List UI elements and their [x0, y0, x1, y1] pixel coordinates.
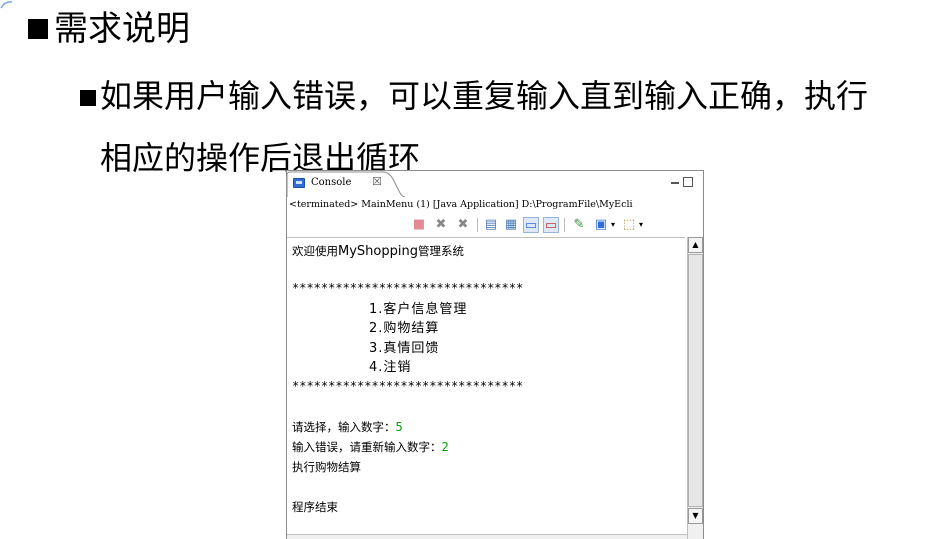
remove-all-icon[interactable]: ✖ — [455, 217, 471, 233]
result-line: 执行购物结算 — [292, 460, 361, 474]
display-console-icon[interactable]: ▣ — [593, 217, 609, 233]
stars-line-bottom: ******************************** — [292, 379, 524, 393]
heading-bullet-icon — [28, 19, 48, 39]
console-output[interactable]: 欢迎使用MyShopping管理系统 *********************… — [287, 237, 685, 538]
console-tab-bar: Console ☒ — [287, 171, 703, 197]
scroll-down-icon[interactable]: ▼ — [688, 508, 703, 524]
menu-item-2: 2.购物结算 — [369, 321, 440, 336]
menu-item-4: 4.注销 — [369, 360, 412, 375]
remove-launch-icon[interactable]: ✖ — [433, 217, 449, 233]
chevron-down-icon[interactable]: ▾ — [637, 217, 645, 233]
bullet-line-1: 如果用户输入错误，可以重复输入直到输入正确，执行 — [80, 76, 868, 116]
chevron-down-icon[interactable]: ▾ — [609, 217, 617, 233]
slide-corner-decoration-icon — [0, 1, 13, 9]
show-on-stdout-icon[interactable]: ▭ — [523, 217, 539, 233]
vertical-scrollbar[interactable]: ▲ ▼ — [687, 237, 703, 539]
maximize-icon[interactable] — [683, 177, 693, 187]
heading-text: 需求说明 — [54, 9, 190, 49]
scrollbar-thumb[interactable] — [688, 254, 703, 507]
window-controls — [669, 176, 699, 190]
console-toolbar: ■ ✖ ✖ ▤ ▦ ▭ ▭ ✎ ▣ ▾ ⬚ ▾ — [287, 215, 703, 237]
console-icon — [293, 178, 305, 188]
menu-item-3: 3.真情回馈 — [369, 341, 440, 356]
bullet-line-1-text: 如果用户输入错误，可以重复输入直到输入正确，执行 — [100, 77, 869, 115]
scroll-up-icon[interactable]: ▲ — [688, 237, 703, 253]
stars-line-top: ******************************** — [292, 281, 524, 295]
console-tab-label: Console — [311, 177, 352, 188]
console-view: Console ☒ <terminated> MainMenu (1) [Jav… — [286, 170, 704, 539]
menu-item-1: 1.客户信息管理 — [369, 302, 468, 317]
console-tab[interactable]: Console ☒ — [287, 171, 405, 197]
slide-heading: 需求说明 — [28, 8, 190, 50]
toolbar-separator — [477, 218, 478, 232]
close-icon[interactable]: ☒ — [372, 176, 382, 188]
clear-console-icon[interactable]: ▤ — [483, 217, 499, 233]
prompt-line-1: 请选择，输入数字：5 — [292, 420, 403, 434]
open-console-icon[interactable]: ⬚ — [621, 217, 637, 233]
horizontal-scrollbar[interactable] — [287, 534, 687, 539]
minimize-icon[interactable] — [671, 182, 679, 184]
sub-bullet-icon — [80, 90, 96, 106]
scroll-lock-icon[interactable]: ▦ — [503, 217, 519, 233]
console-description: <terminated> MainMenu (1) [Java Applicat… — [289, 199, 633, 210]
terminate-icon[interactable]: ■ — [411, 217, 427, 233]
toolbar-separator — [564, 218, 565, 232]
pin-console-icon[interactable]: ✎ — [571, 217, 587, 233]
end-line: 程序结束 — [292, 500, 338, 514]
show-on-stderr-icon[interactable]: ▭ — [543, 217, 559, 233]
welcome-line: 欢迎使用MyShopping管理系统 — [292, 244, 464, 259]
input-value-1: 5 — [395, 420, 403, 434]
prompt-line-2: 输入错误，请重新输入数字：2 — [292, 440, 449, 454]
input-value-2: 2 — [441, 440, 449, 454]
